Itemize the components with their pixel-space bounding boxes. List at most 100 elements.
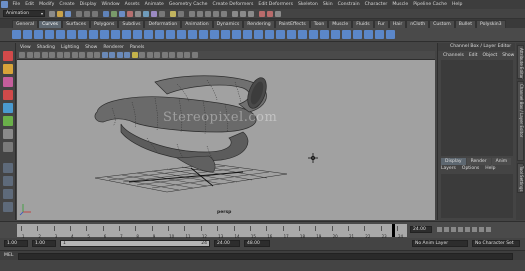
layer-tab-render[interactable]: Render	[466, 158, 491, 165]
panel-menu-panels[interactable]: Panels	[127, 45, 147, 50]
play-backwards-icon[interactable]	[458, 227, 463, 232]
wireframe-icon[interactable]	[101, 52, 108, 58]
persp-graph-layout-icon[interactable]	[3, 202, 13, 212]
select-rendering-icon[interactable]	[151, 10, 157, 17]
revolve-icon[interactable]	[353, 30, 362, 39]
snap-grid-icon[interactable]	[189, 10, 195, 17]
isolate-select-icon[interactable]	[176, 52, 183, 58]
range-slider[interactable]: 1 24	[60, 240, 210, 247]
circle-icon[interactable]	[56, 30, 65, 39]
select-joints-icon[interactable]	[111, 10, 117, 17]
panel-menu-show[interactable]: Show	[82, 45, 100, 50]
perspective-viewport[interactable]: Stereopixel.com persp	[17, 60, 435, 220]
render-frame-icon[interactable]	[259, 10, 265, 17]
menu-edit-deformers[interactable]: Edit Deformers	[256, 2, 296, 7]
menu-file[interactable]: File	[10, 2, 23, 7]
shelf-tab-deformation[interactable]: Deformation	[144, 20, 182, 28]
use-all-lights-icon[interactable]	[131, 52, 138, 58]
camera-attributes-icon[interactable]	[26, 52, 33, 58]
planar-icon[interactable]	[364, 30, 373, 39]
playback-start-field[interactable]: 1.00	[32, 240, 56, 247]
anim-layer-dropdown[interactable]: No Anim Layer	[412, 240, 468, 247]
manipulator-tool-icon[interactable]	[3, 129, 13, 139]
select-curves-icon[interactable]	[119, 10, 125, 17]
attach-curves-icon[interactable]	[78, 30, 87, 39]
resolution-gate-icon[interactable]	[64, 52, 70, 58]
lock-selection-icon[interactable]	[170, 10, 176, 17]
step-forward-frame-icon[interactable]	[472, 227, 477, 232]
layer-menu-options[interactable]: Options	[462, 166, 485, 171]
menu-muscle[interactable]: Muscle	[390, 2, 411, 7]
curve-fillet-icon[interactable]	[144, 30, 153, 39]
construction-history-icon[interactable]	[248, 10, 254, 17]
arc-tool-icon[interactable]	[45, 30, 54, 39]
shelf-tab-fur[interactable]: Fur	[373, 20, 389, 28]
channel-box-menu-edit[interactable]: Edit	[469, 53, 483, 58]
bookmarks-icon[interactable]	[34, 52, 40, 58]
menu-modify[interactable]: Modify	[37, 2, 57, 7]
menu-assets[interactable]: Assets	[122, 2, 142, 7]
menu-pipeline-cache[interactable]: Pipeline Cache	[411, 2, 450, 7]
detach-curves-icon[interactable]	[89, 30, 98, 39]
depth-of-field-icon[interactable]	[169, 52, 175, 58]
paint-select-tool-icon[interactable]	[3, 77, 13, 87]
step-forward-key-icon[interactable]	[479, 227, 484, 232]
channel-box-menu-object[interactable]: Object	[483, 53, 503, 58]
ep-curve-tool-icon[interactable]	[23, 30, 32, 39]
panel-menu-view[interactable]: View	[17, 45, 34, 50]
shelf-tab-polyskin3[interactable]: Polyskin3	[476, 20, 506, 28]
menu-animate[interactable]: Animate	[142, 2, 166, 7]
side-tab-channel-box[interactable]: Channel Box / Layer Editor	[517, 81, 524, 161]
side-tab-attribute-editor[interactable]: Attribute Editor	[517, 45, 524, 79]
birail-icon[interactable]	[375, 30, 384, 39]
shelf-tab-subdivs[interactable]: Subdivs	[118, 20, 145, 28]
shelf-tab-rendering[interactable]: Rendering	[243, 20, 275, 28]
shelf-tab-painteffects[interactable]: PaintEffects	[274, 20, 310, 28]
select-camera-icon[interactable]	[19, 52, 25, 58]
offset-curve-icon[interactable]	[177, 30, 186, 39]
channel-box-menu-channels[interactable]: Channels	[443, 53, 469, 58]
menu-display[interactable]: Display	[77, 2, 99, 7]
shelf-tab-general[interactable]: General	[12, 20, 39, 28]
curl-curve-icon[interactable]	[232, 30, 241, 39]
current-frame-field[interactable]: 24.00	[410, 226, 432, 233]
layer-tab-anim[interactable]: Anim	[491, 158, 512, 165]
shelf-tab-hair[interactable]: Hair	[388, 20, 407, 28]
extend-curve-icon[interactable]	[166, 30, 175, 39]
boundary-icon[interactable]	[386, 30, 395, 39]
smooth-shade-icon[interactable]	[109, 52, 115, 58]
textured-icon[interactable]	[124, 52, 130, 58]
command-language-label[interactable]: MEL	[4, 253, 13, 258]
shelf-tab-polygons[interactable]: Polygons	[89, 20, 119, 28]
last-tool-icon[interactable]	[3, 142, 13, 152]
duplicate-curve-icon[interactable]	[309, 30, 318, 39]
safe-title-icon[interactable]	[94, 52, 100, 58]
character-set-dropdown[interactable]: No Character Set	[472, 240, 520, 247]
new-scene-icon[interactable]	[49, 10, 55, 17]
shelf-tab-muscle[interactable]: Muscle	[328, 20, 353, 28]
play-forwards-icon[interactable]	[465, 227, 470, 232]
text-curve-icon[interactable]	[276, 30, 285, 39]
select-handles-icon[interactable]	[103, 10, 109, 17]
smooth-curve-icon[interactable]	[221, 30, 230, 39]
menu-create[interactable]: Create	[57, 2, 77, 7]
shelf-tab-ncloth[interactable]: nCloth	[406, 20, 430, 28]
wireframe-on-shaded-icon[interactable]	[116, 52, 123, 58]
field-chart-icon[interactable]	[79, 52, 85, 58]
four-view-layout-icon[interactable]	[3, 176, 13, 186]
helix-curve-icon[interactable]	[254, 30, 263, 39]
shelf-tab-dynamics[interactable]: Dynamics	[212, 20, 244, 28]
image-plane-icon[interactable]	[41, 52, 48, 58]
start-time-field[interactable]: 1.00	[4, 240, 28, 247]
scale-curvature-icon[interactable]	[243, 30, 252, 39]
go-to-start-icon[interactable]	[437, 227, 442, 232]
add-points-icon[interactable]	[298, 30, 307, 39]
cv-curve-tool-icon[interactable]	[12, 30, 21, 39]
open-scene-icon[interactable]	[57, 10, 63, 17]
intersect-curves-icon[interactable]	[133, 30, 142, 39]
extrude-icon[interactable]	[342, 30, 351, 39]
align-curves-icon[interactable]	[100, 30, 109, 39]
menu-character[interactable]: Character	[362, 2, 390, 7]
menu-help[interactable]: Help	[449, 2, 464, 7]
safe-action-icon[interactable]	[86, 52, 93, 58]
